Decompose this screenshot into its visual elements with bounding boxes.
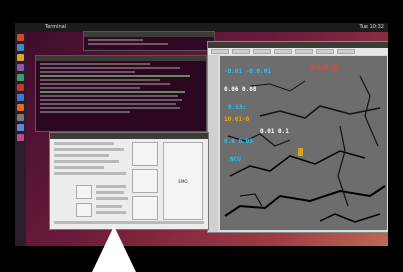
white-arrow-pointer xyxy=(92,226,136,272)
